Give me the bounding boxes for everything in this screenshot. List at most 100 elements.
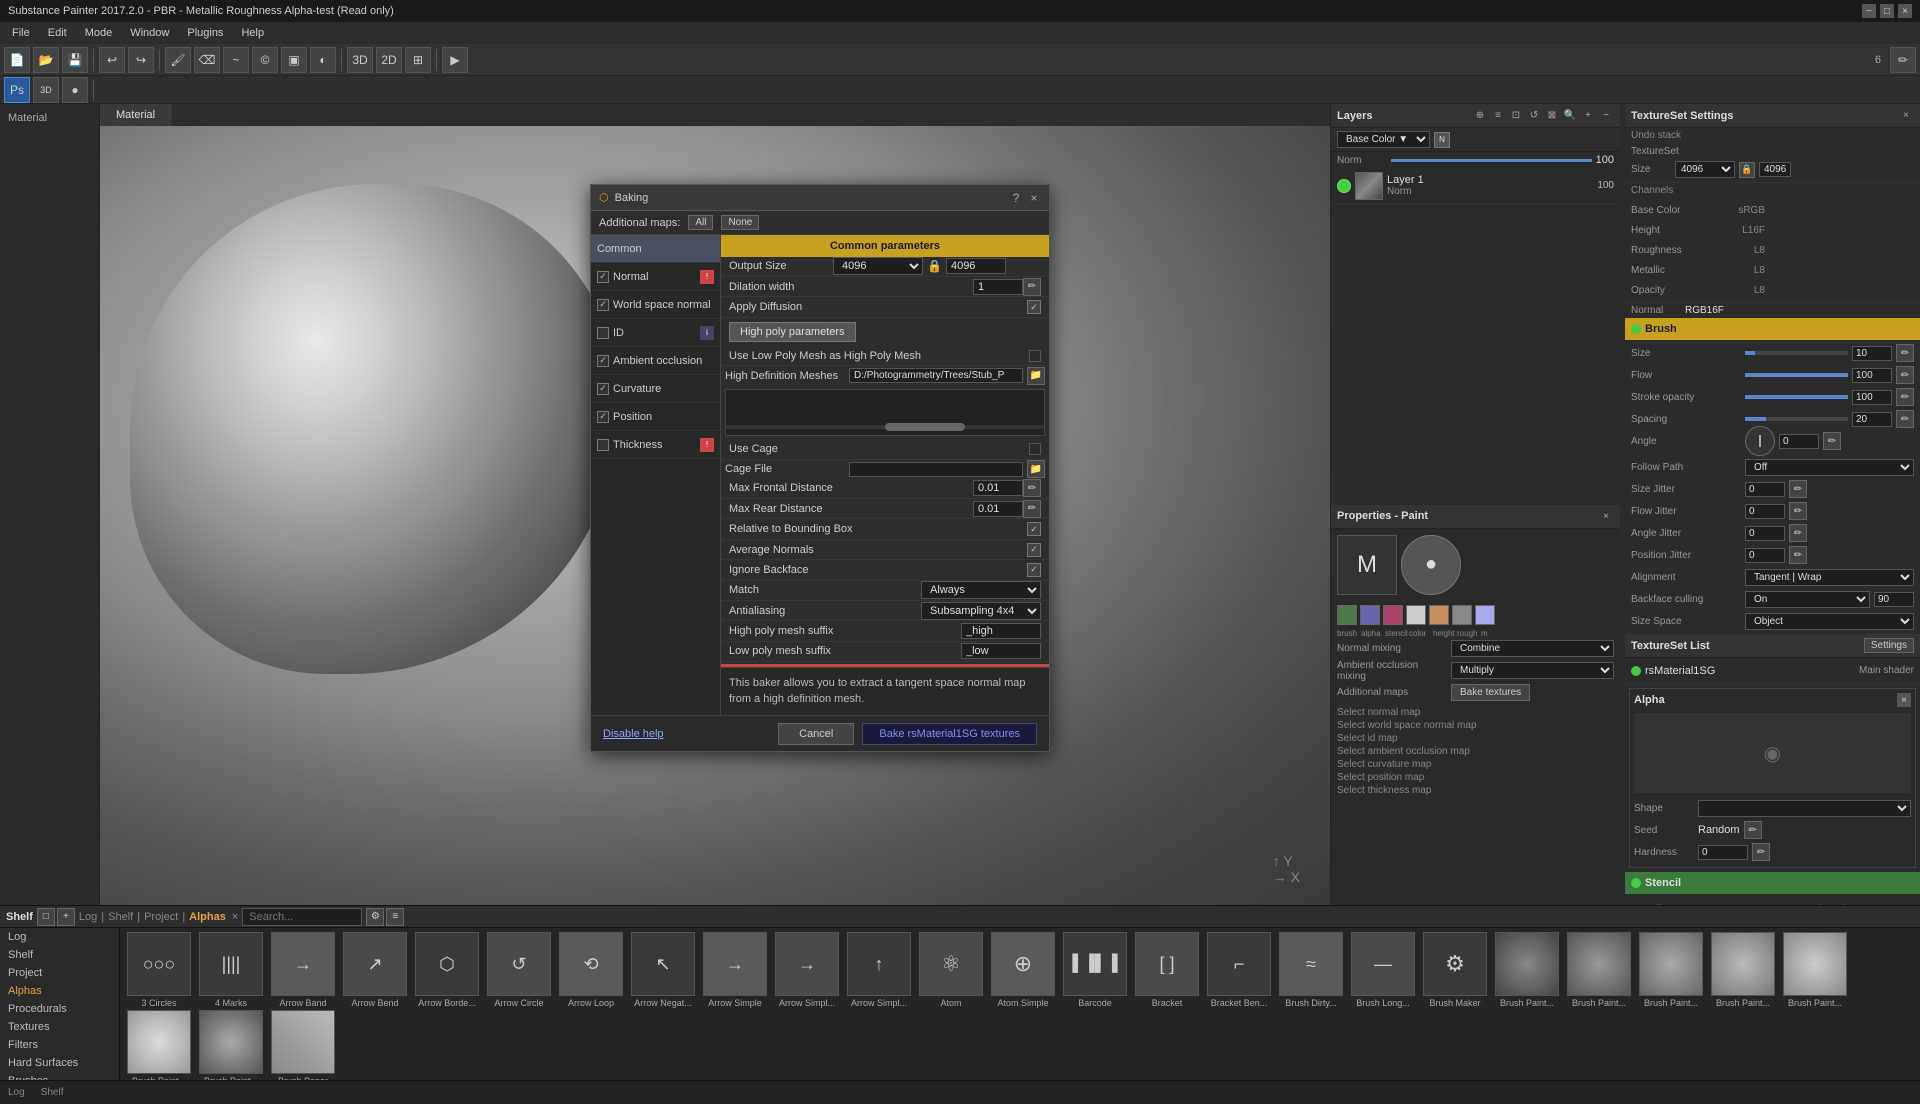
list-item-common[interactable]: Common (591, 235, 720, 263)
shelf-item-arrowborde[interactable]: ⬡ Arrow Borde... (412, 932, 482, 1008)
stroke-opacity-slider[interactable] (1745, 395, 1848, 399)
ignore-backface-check[interactable] (1027, 563, 1041, 577)
cat-project[interactable]: Project (144, 911, 178, 923)
dilation-edit-btn[interactable]: ✏ (1023, 278, 1041, 296)
cat-alphas-close[interactable]: × (232, 911, 238, 923)
cat-item-shelf[interactable]: Shelf (0, 946, 119, 964)
tool-new[interactable]: 📄 (4, 47, 30, 73)
menu-help[interactable]: Help (233, 25, 272, 41)
shelf-item-brushpaint4[interactable]: Brush Paint... (1708, 932, 1778, 1008)
ts-close-btn[interactable]: × (1898, 108, 1914, 124)
cat-item-project[interactable]: Project (0, 964, 119, 982)
layer-1-row[interactable]: Layer 1 Norm 100 (1331, 168, 1620, 204)
alpha-close-btn[interactable]: × (1897, 693, 1911, 707)
average-normals-check[interactable] (1027, 543, 1041, 557)
layers-btn6[interactable]: 🔍 (1562, 108, 1578, 124)
swatch-color[interactable] (1406, 605, 1426, 625)
cat-alphas[interactable]: Alphas (189, 911, 226, 923)
use-low-poly-check[interactable] (1029, 350, 1041, 362)
layers-btn7[interactable]: + (1580, 108, 1596, 124)
layers-btn2[interactable]: ≡ (1490, 108, 1506, 124)
list-item-ao[interactable]: Ambient occlusion (591, 347, 720, 375)
position-jitter-edit[interactable]: ✏ (1789, 546, 1807, 564)
layers-btn5[interactable]: ⊠ (1544, 108, 1560, 124)
swatch-brush[interactable] (1337, 605, 1357, 625)
shelf-item-arrowband[interactable]: → Arrow Band (268, 932, 338, 1008)
viewport-tab-material[interactable]: Material (100, 104, 172, 126)
shelf-item-arrowsimple1[interactable]: → Arrow Simple (700, 932, 770, 1008)
select-curvature[interactable]: Select curvature map (1337, 758, 1614, 771)
none-button[interactable]: None (721, 215, 759, 230)
shelf-item-atom[interactable]: ⚛ Atom (916, 932, 986, 1008)
tool-smudge[interactable]: ~ (223, 47, 249, 73)
shelf-icon1[interactable]: □ (37, 908, 55, 926)
ao-checkbox[interactable] (597, 355, 609, 367)
shelf-item-arrowcircle[interactable]: ↺ Arrow Circle (484, 932, 554, 1008)
tool-paint[interactable]: 🖌 (165, 47, 191, 73)
tool-save[interactable]: 💾 (62, 47, 88, 73)
swatch-rough[interactable] (1452, 605, 1472, 625)
tool-3d[interactable]: 3D (347, 47, 373, 73)
size-w-select[interactable]: 4096 (1675, 161, 1735, 178)
list-item-normal[interactable]: Normal ! (591, 263, 720, 291)
cat-item-brushes[interactable]: Brushes (0, 1072, 119, 1080)
angle-input[interactable]: 0 (1779, 434, 1819, 449)
size-space-select[interactable]: Object (1745, 613, 1914, 630)
menu-window[interactable]: Window (122, 25, 177, 41)
shelf-item-brushpaint2[interactable]: Brush Paint... (1564, 932, 1634, 1008)
bake-textures-button[interactable]: Bake textures (1451, 684, 1530, 701)
shelf-search-input[interactable] (242, 908, 362, 926)
follow-path-select[interactable]: Off (1745, 459, 1914, 476)
list-item-id[interactable]: ID i (591, 319, 720, 347)
shelf-item-arrowsimple2[interactable]: → Arrow Simpl... (772, 932, 842, 1008)
menu-mode[interactable]: Mode (77, 25, 121, 41)
shelf-item-arrowloop[interactable]: ⟲ Arrow Loop (556, 932, 626, 1008)
select-thickness[interactable]: Select thickness map (1337, 784, 1614, 797)
layers-btn3[interactable]: ⊡ (1508, 108, 1524, 124)
tool-fill[interactable]: ▣ (281, 47, 307, 73)
bake-button[interactable]: Bake rsMaterial1SG textures (862, 723, 1037, 745)
alignment-select[interactable]: Tangent | Wrap (1745, 569, 1914, 586)
shelf-item-arrowsimple3[interactable]: ↑ Arrow Simpl... (844, 932, 914, 1008)
viewport[interactable]: Material ↑ Y → X ⬡ Baking ? × (100, 104, 1330, 905)
shelf-item-brushlong[interactable]: — Brush Long... (1348, 932, 1418, 1008)
shelf-item-brushmaker[interactable]: ⚙ Brush Maker (1420, 932, 1490, 1008)
tool-undo[interactable]: ↩ (99, 47, 125, 73)
brush-flow-slider[interactable] (1745, 373, 1848, 377)
shelf-item-brushpaint5[interactable]: Brush Paint... (1780, 932, 1850, 1008)
select-id-map[interactable]: Select id map (1337, 732, 1614, 745)
channel-icon1[interactable]: N (1434, 132, 1450, 148)
max-rear-input[interactable] (973, 501, 1023, 517)
list-item-thickness[interactable]: Thickness ! (591, 431, 720, 459)
shelf-item-3circles[interactable]: ○○○ 3 Circles (124, 932, 194, 1008)
select-world-normal[interactable]: Select world space normal map (1337, 719, 1614, 732)
alpha-hardness-edit[interactable]: ✏ (1752, 843, 1770, 861)
normal-mixing-select[interactable]: Combine (1451, 640, 1614, 657)
shelf-tool2[interactable]: ≡ (386, 908, 404, 926)
swatch-height[interactable] (1429, 605, 1449, 625)
shelf-item-brushpaint3[interactable]: Brush Paint... (1636, 932, 1706, 1008)
shelf-item-arrowbend[interactable]: ↗ Arrow Bend (340, 932, 410, 1008)
use-cage-check[interactable] (1029, 443, 1041, 455)
world-normal-checkbox[interactable] (597, 299, 609, 311)
max-frontal-input[interactable] (973, 480, 1023, 496)
shelf-tool1[interactable]: ⚙ (366, 908, 384, 926)
swatch-extra[interactable] (1475, 605, 1495, 625)
swatch-alpha[interactable] (1360, 605, 1380, 625)
baking-help-button[interactable]: ? (1009, 191, 1023, 205)
stroke-opacity-edit[interactable]: ✏ (1896, 388, 1914, 406)
shelf-item-arrownegat[interactable]: ↖ Arrow Negat... (628, 932, 698, 1008)
shelf-item-brushpaint6[interactable]: Brush Paint... (124, 1010, 194, 1080)
list-item-position[interactable]: Position (591, 403, 720, 431)
shelf-icon2[interactable]: + (57, 908, 75, 926)
cat-item-log[interactable]: Log (0, 928, 119, 946)
cat-item-filters[interactable]: Filters (0, 1036, 119, 1054)
brush-flow-input[interactable]: 100 (1852, 368, 1892, 383)
baking-close-button[interactable]: × (1027, 191, 1041, 205)
flow-jitter-edit[interactable]: ✏ (1789, 502, 1807, 520)
layers-btn8[interactable]: − (1598, 108, 1614, 124)
angle-wheel[interactable] (1745, 426, 1775, 456)
menu-edit[interactable]: Edit (40, 25, 75, 41)
curvature-checkbox[interactable] (597, 383, 609, 395)
alpha-shape-select[interactable] (1698, 800, 1911, 817)
